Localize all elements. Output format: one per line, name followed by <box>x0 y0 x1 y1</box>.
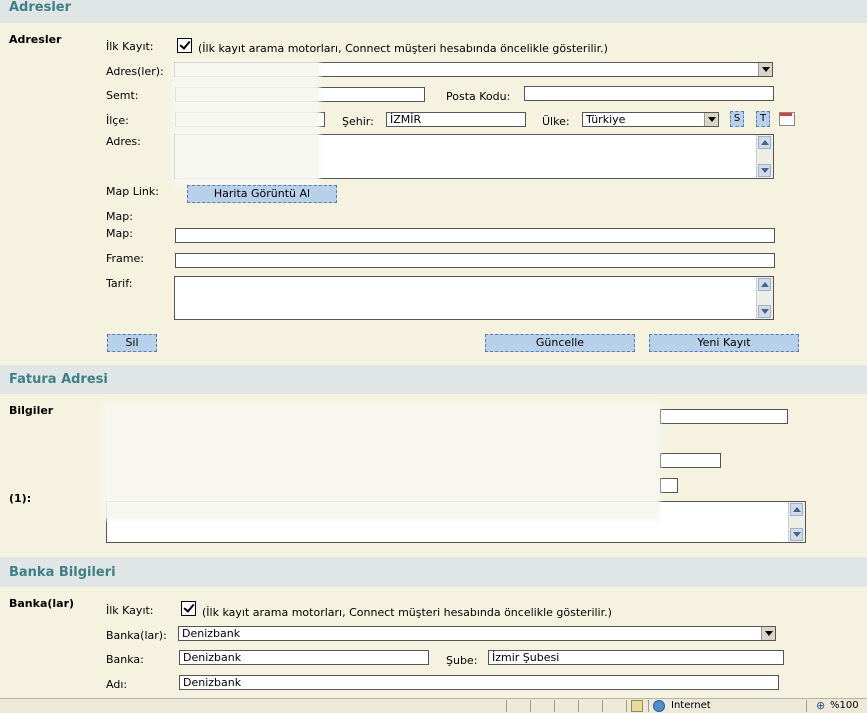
frame-input[interactable] <box>175 253 775 268</box>
addresses-select-label: Adres(ler): <box>106 65 164 78</box>
billing-field-3[interactable] <box>660 478 678 493</box>
section-header-addresses: Adresler <box>0 0 867 23</box>
bank-first-record-checkbox[interactable] <box>181 601 196 616</box>
new-record-button[interactable]: Yeni Kayıt <box>649 334 799 352</box>
billing-field-2[interactable] <box>660 453 721 468</box>
status-bar: Internet ⊕ %100 <box>0 698 867 713</box>
map-link-label: Map Link: <box>106 185 159 198</box>
scroll-up-icon[interactable] <box>758 136 771 149</box>
scroll-down-icon[interactable] <box>758 305 771 318</box>
zoom-level[interactable]: %100 <box>830 700 859 711</box>
redacted-area <box>102 402 660 520</box>
bank-group-label: Banka(lar) <box>9 597 75 610</box>
globe-icon <box>653 700 665 712</box>
banks-select[interactable]: Denizbank <box>178 626 776 641</box>
district-label: Semt: <box>106 89 139 102</box>
billing-field-1[interactable] <box>660 409 788 424</box>
addresses-group-label: Adresler <box>9 33 62 46</box>
map-label-1: Map: <box>106 210 133 223</box>
status-segment <box>648 700 649 712</box>
postal-code-input[interactable] <box>524 86 774 101</box>
city-label: Şehir: <box>342 115 374 128</box>
first-record-label: İlk Kayıt: <box>106 40 154 53</box>
branch-input[interactable]: İzmir Şubesi <box>488 650 784 665</box>
country-label: Ülke: <box>542 115 570 128</box>
s-button[interactable]: S <box>730 111 744 127</box>
status-segment <box>626 700 627 712</box>
map-input[interactable] <box>175 228 775 243</box>
calendar-icon-header <box>780 113 792 116</box>
section-header-bank: Banka Bilgileri <box>0 557 867 587</box>
scroll-up-icon[interactable] <box>790 503 803 516</box>
status-segment <box>602 700 603 712</box>
t-button[interactable]: T <box>756 111 770 127</box>
status-segment <box>578 700 579 712</box>
map-label-2: Map: <box>106 227 133 240</box>
address-label: Adres: <box>106 135 141 148</box>
status-segment <box>530 700 531 712</box>
chevron-down-icon[interactable] <box>704 113 718 126</box>
calendar-icon[interactable] <box>779 112 795 126</box>
city-input[interactable]: İZMİR <box>386 112 526 127</box>
scrollbar[interactable] <box>756 277 773 319</box>
description-label: Tarif: <box>106 277 133 290</box>
name-label: Adı: <box>106 678 128 691</box>
bank-input[interactable]: Denizbank <box>179 650 429 665</box>
status-segment <box>554 700 555 712</box>
chevron-down-icon[interactable] <box>758 63 772 76</box>
scrollbar[interactable] <box>788 502 805 542</box>
scroll-up-icon[interactable] <box>758 278 771 291</box>
banks-select-value: Denizbank <box>182 627 241 640</box>
zoom-in-icon[interactable]: ⊕ <box>816 699 825 712</box>
update-button[interactable]: Güncelle <box>485 334 635 352</box>
status-segment <box>506 700 507 712</box>
first-record-checkbox[interactable] <box>177 38 192 53</box>
map-capture-button[interactable]: Harita Görüntü Al <box>187 185 337 203</box>
chevron-down-icon[interactable] <box>761 627 775 640</box>
scroll-down-icon[interactable] <box>790 528 803 541</box>
name-input[interactable]: Denizbank <box>179 675 779 690</box>
zone-label: Internet <box>671 700 711 711</box>
bank-first-record-note: (İlk kayıt arama motorları, Connect müşt… <box>202 606 612 619</box>
section-header-billing: Fatura Adresi <box>0 365 867 394</box>
bank-first-record-label: İlk Kayıt: <box>106 604 154 617</box>
frame-label: Frame: <box>106 252 144 265</box>
protected-mode-icon <box>631 700 643 712</box>
banks-select-label: Banka(lar): <box>106 629 167 642</box>
scroll-down-icon[interactable] <box>758 164 771 177</box>
country-select[interactable]: Türkiye <box>582 112 719 127</box>
first-record-note: (İlk kayıt arama motorları, Connect müşt… <box>198 42 608 55</box>
billing-index-label: (1): <box>9 492 32 505</box>
description-textarea[interactable] <box>174 276 774 320</box>
branch-label: Şube: <box>446 654 478 667</box>
status-segment <box>806 700 807 712</box>
redacted-area <box>172 60 320 186</box>
county-label: İlçe: <box>106 114 129 127</box>
billing-info-label: Bilgiler <box>9 404 54 417</box>
delete-button[interactable]: Sil <box>107 334 157 352</box>
scrollbar[interactable] <box>756 135 773 178</box>
postal-code-label: Posta Kodu: <box>446 90 511 103</box>
bank-label: Banka: <box>106 653 144 666</box>
country-select-value: Türkiye <box>586 113 626 126</box>
